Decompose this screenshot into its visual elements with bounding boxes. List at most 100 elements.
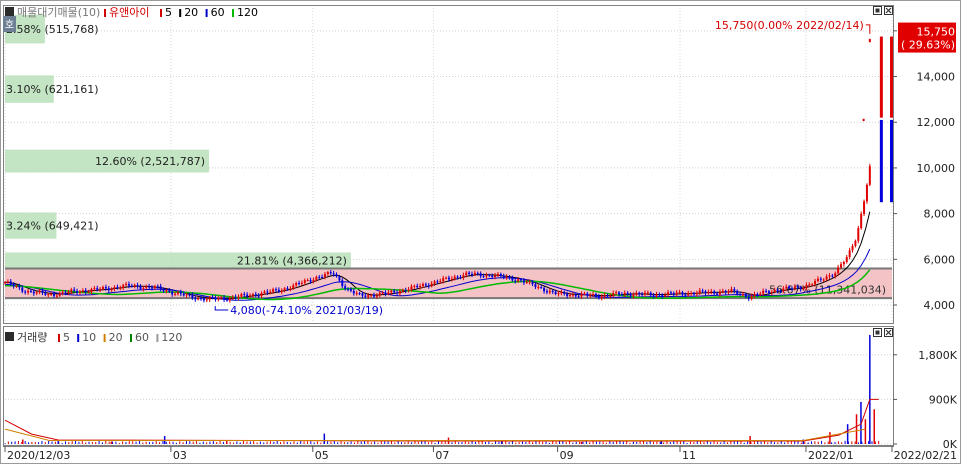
- legend-marker: [104, 9, 106, 17]
- candle-body: [228, 297, 231, 301]
- candle-body: [156, 286, 159, 288]
- candle-body: [796, 286, 799, 288]
- candle-body: [67, 291, 70, 294]
- candle-body: [822, 279, 825, 281]
- candle-body: [675, 292, 678, 295]
- x-tick-label: 05: [315, 449, 329, 462]
- candle-body: [384, 292, 387, 294]
- candle-body: [217, 298, 220, 300]
- candle-body: [266, 291, 269, 293]
- candle-body: [839, 264, 842, 268]
- candle-body: [159, 286, 162, 290]
- candle-body: [393, 290, 396, 293]
- candle-body: [456, 276, 459, 278]
- candle-body: [292, 285, 295, 289]
- candle-body: [179, 292, 182, 294]
- candle-body: [520, 279, 523, 281]
- candle-body: [646, 292, 649, 294]
- candle-body: [718, 291, 721, 295]
- candle-body: [667, 292, 670, 295]
- candle-body: [450, 278, 453, 280]
- legend-item-label: 10: [82, 331, 96, 344]
- candle-body: [162, 289, 165, 291]
- candle-body: [47, 294, 50, 296]
- candle-body: [505, 276, 508, 278]
- candle-body: [349, 288, 352, 291]
- candle-body: [603, 294, 606, 297]
- candle-body: [176, 292, 179, 294]
- candle-body: [698, 290, 701, 293]
- candle-body: [200, 297, 203, 299]
- candle-body: [618, 292, 621, 295]
- candle-body: [223, 297, 226, 300]
- candle-body: [842, 261, 845, 265]
- last-bar-right-red: [890, 36, 893, 118]
- candle-body: [21, 287, 24, 292]
- candle-body: [220, 297, 223, 299]
- candle-body: [658, 294, 661, 296]
- candle-body: [81, 290, 84, 292]
- candle-body: [471, 273, 474, 275]
- candle-body: [609, 295, 612, 297]
- candle-body: [511, 277, 514, 281]
- candle-body: [225, 299, 228, 301]
- candle-body: [632, 294, 635, 297]
- candle-body: [776, 290, 779, 292]
- candle-body: [274, 289, 277, 291]
- candle-body: [534, 284, 537, 288]
- candle-body: [24, 291, 27, 293]
- candle-body: [102, 287, 105, 289]
- candle-body: [44, 292, 47, 295]
- candle-body: [629, 294, 632, 297]
- candle-body: [87, 291, 90, 293]
- candle-body: [249, 295, 252, 297]
- candle-body: [381, 292, 384, 294]
- x-tick-label: 11: [682, 449, 696, 462]
- candle-body: [153, 286, 156, 289]
- price-y-tick-label: 8,000: [924, 208, 956, 221]
- candle-body: [58, 292, 61, 296]
- candle-body: [73, 289, 76, 291]
- candle-body: [661, 294, 664, 297]
- candle-body: [398, 291, 401, 294]
- candle-body: [733, 289, 736, 291]
- candle-body: [488, 274, 491, 276]
- legend-item-label: 60: [135, 331, 149, 344]
- price-band-label: 21.81% (4,366,212): [237, 254, 347, 267]
- candle-body: [525, 282, 528, 284]
- candle-body: [494, 275, 497, 277]
- price-y-tick-label: 4,000: [924, 299, 956, 312]
- candle-body: [27, 290, 30, 293]
- candle-body: [32, 291, 35, 294]
- candle-body: [427, 285, 430, 287]
- candle-body: [459, 277, 462, 279]
- price-band-label: 12.60% (2,521,787): [95, 155, 205, 168]
- candle-body: [816, 278, 819, 282]
- candle-body: [347, 288, 350, 290]
- candle-body: [133, 284, 136, 287]
- candle-body: [127, 283, 130, 286]
- candle-body: [672, 293, 675, 295]
- candle-body: [811, 284, 814, 286]
- candle-body: [372, 294, 375, 297]
- candle-body: [690, 293, 693, 295]
- candle-body: [508, 276, 511, 278]
- candle-body: [50, 293, 53, 295]
- candle-body: [323, 274, 326, 278]
- candle-body: [326, 272, 329, 275]
- candle-body: [113, 287, 116, 289]
- price-band-label: 3.24% (649,421): [6, 220, 99, 233]
- legend-item-label: 120: [237, 6, 258, 19]
- candle-body: [125, 283, 128, 285]
- candle-body: [197, 297, 200, 300]
- candle-body: [767, 291, 770, 293]
- candle-body: [753, 294, 756, 297]
- candle-body: [773, 290, 776, 292]
- candle-body: [205, 299, 208, 301]
- side-tab-label: 호: [5, 19, 14, 31]
- candle-body: [793, 286, 796, 289]
- candle-body: [805, 284, 808, 289]
- candle-body: [713, 291, 716, 294]
- candle-body: [641, 293, 644, 295]
- candle-body: [788, 286, 791, 289]
